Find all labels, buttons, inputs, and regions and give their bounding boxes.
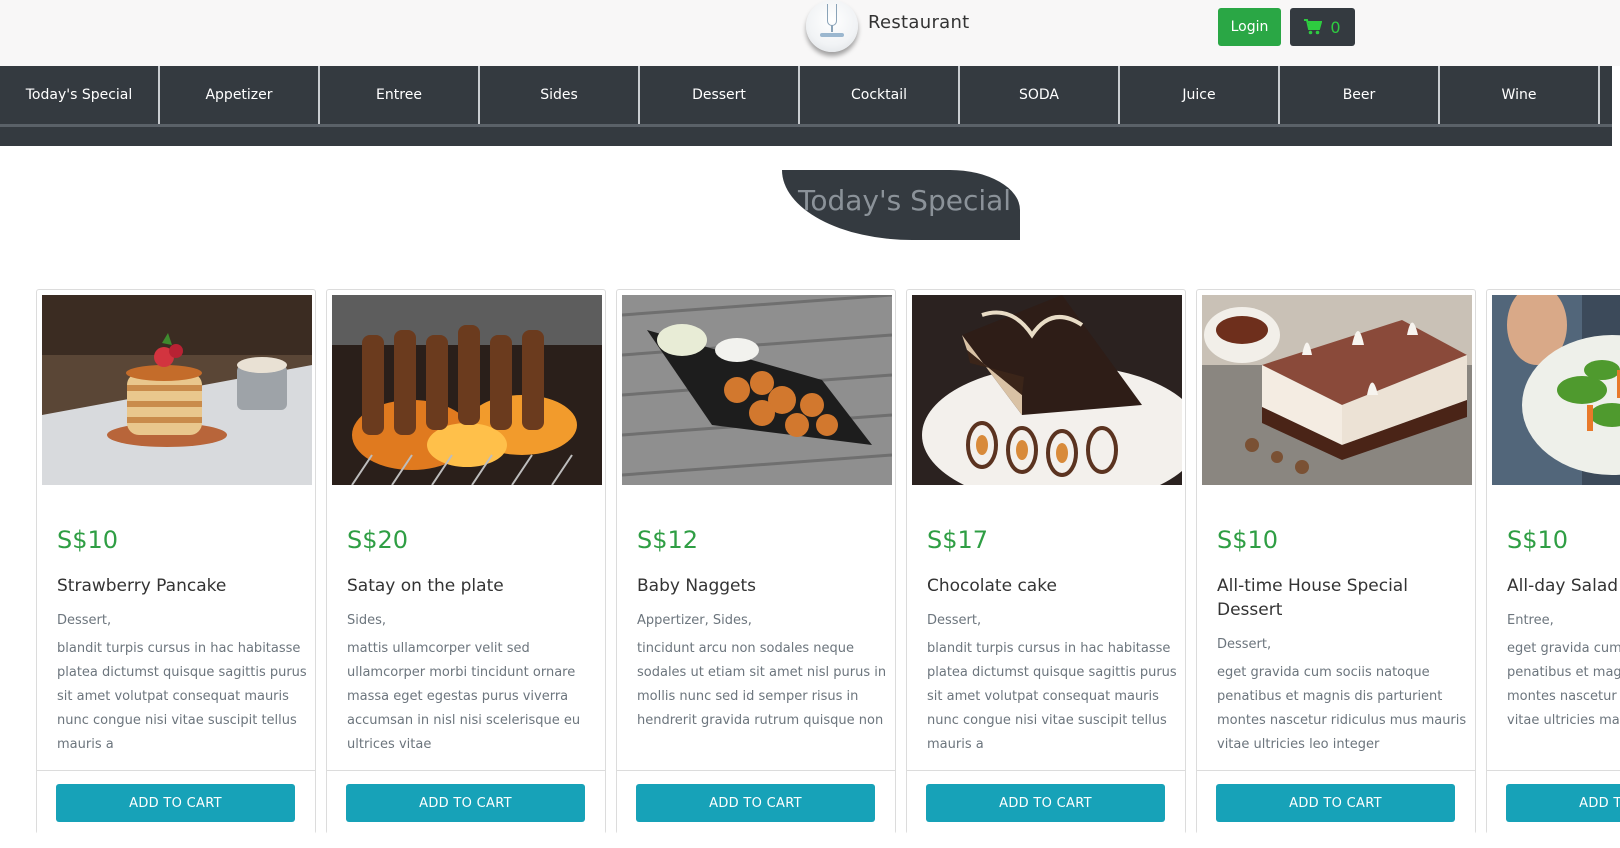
product-title[interactable]: Chocolate cake (927, 574, 1177, 598)
product-category: Entree, (1507, 613, 1554, 628)
card-footer: ADD TO CART (327, 770, 605, 834)
product-card: S$10 All-day Salad Entree, eget gravida … (1486, 289, 1620, 834)
nav-item-todays-special[interactable]: Today's Special (0, 66, 160, 124)
pancake-image[interactable] (42, 295, 312, 485)
add-to-cart-button[interactable]: ADD TO CART (926, 784, 1165, 822)
nav-divider (0, 124, 1612, 127)
card-footer: ADD TO CART (907, 770, 1185, 834)
wine-glass-icon (827, 4, 837, 26)
category-nav: Today's Special Appetizer Entree Sides D… (0, 66, 1612, 146)
cart-icon (1304, 19, 1323, 35)
add-to-cart-button[interactable]: ADD TO CART (346, 784, 585, 822)
product-title[interactable]: Strawberry Pancake (57, 574, 307, 598)
section-header: Today's Special (782, 170, 1020, 240)
cart-count: 0 (1330, 17, 1341, 37)
nuggets-image[interactable] (622, 295, 892, 485)
nav-item-sides[interactable]: Sides (480, 66, 640, 124)
nav-item-dessert[interactable]: Dessert (640, 66, 800, 124)
top-header: Restaurant Login 0 (0, 0, 1620, 66)
product-category: Dessert, (1217, 637, 1272, 652)
brand-name[interactable]: Restaurant (868, 12, 970, 33)
add-to-cart-button[interactable]: ADD TO CART (1506, 784, 1620, 822)
product-description: tincidunt arcu non sodales neque sodales… (637, 641, 887, 728)
card-footer: ADD TO CART (617, 770, 895, 834)
card-footer: ADD TO CART (37, 770, 315, 834)
nav-item-cocktail[interactable]: Cocktail (800, 66, 960, 124)
product-card: S$17 Chocolate cake Dessert, blandit tur… (906, 289, 1186, 834)
product-category: Dessert, (927, 613, 982, 628)
product-category: Dessert, (57, 613, 112, 628)
product-description: mattis ullamcorper velit sed ullamcorper… (347, 641, 581, 752)
product-description: blandit turpis cursus in hac habitasse p… (57, 641, 307, 752)
product-card: S$10 All-time House Special Dessert Dess… (1196, 289, 1476, 834)
product-price: S$10 (1507, 526, 1569, 554)
nav-item-appetizer[interactable]: Appetizer (160, 66, 320, 124)
product-price: S$12 (637, 526, 699, 554)
product-category: Sides, (347, 613, 387, 628)
product-price: S$20 (347, 526, 409, 554)
nav-item-soda[interactable]: SODA (960, 66, 1120, 124)
card-footer: ADD TO CART (1197, 770, 1475, 834)
add-to-cart-button[interactable]: ADD TO CART (1216, 784, 1455, 822)
product-description: eget gravida cum sociis natoque penatibu… (1507, 641, 1620, 728)
product-card: S$20 Satay on the plate Sides, mattis ul… (326, 289, 606, 834)
satay-image[interactable] (332, 295, 602, 485)
restaurant-logo[interactable] (806, 0, 858, 52)
cart-button[interactable]: 0 (1290, 8, 1355, 46)
product-description: eget gravida cum sociis natoque penatibu… (1217, 665, 1467, 752)
product-price: S$17 (927, 526, 989, 554)
product-title[interactable]: All-time House Special Dessert (1217, 574, 1467, 622)
product-price: S$10 (1217, 526, 1279, 554)
card-footer: ADD TO CART (1487, 770, 1620, 834)
product-title[interactable]: All-day Salad (1507, 574, 1620, 598)
nav-item-entree[interactable]: Entree (320, 66, 480, 124)
add-to-cart-button[interactable]: ADD TO CART (56, 784, 295, 822)
layer-cake-image[interactable] (1202, 295, 1472, 485)
chocolate-cake-image[interactable] (912, 295, 1182, 485)
login-button[interactable]: Login (1218, 8, 1281, 46)
salad-image[interactable] (1492, 295, 1620, 485)
product-category: Appertizer, Sides, (637, 613, 752, 628)
product-card: S$10 Strawberry Pancake Dessert, blandit… (36, 289, 316, 834)
product-title[interactable]: Satay on the plate (347, 574, 597, 598)
nav-item-juice[interactable]: Juice (1120, 66, 1280, 124)
product-price: S$10 (57, 526, 119, 554)
nav-item-wine[interactable]: Wine (1440, 66, 1600, 124)
product-card: S$12 Baby Naggets Appertizer, Sides, tin… (616, 289, 896, 834)
nav-item-beer[interactable]: Beer (1280, 66, 1440, 124)
product-title[interactable]: Baby Naggets (637, 574, 887, 598)
add-to-cart-button[interactable]: ADD TO CART (636, 784, 875, 822)
product-list: S$10 Strawberry Pancake Dessert, blandit… (36, 289, 1620, 834)
product-description: blandit turpis cursus in hac habitasse p… (927, 641, 1177, 752)
section-title: Today's Special (798, 184, 1012, 217)
